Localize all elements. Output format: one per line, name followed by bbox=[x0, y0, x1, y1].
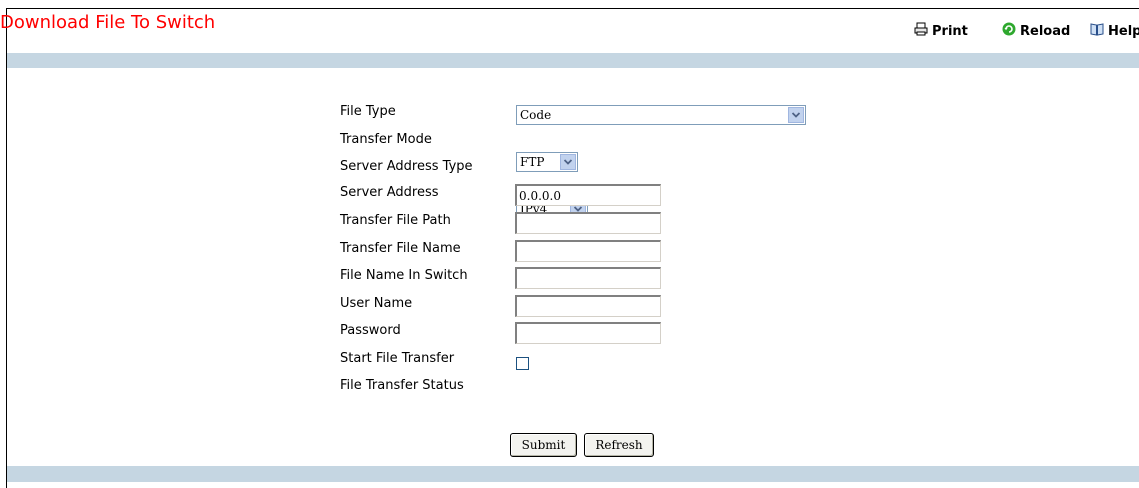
submit-button[interactable]: Submit bbox=[510, 433, 577, 457]
help-book-icon bbox=[1090, 22, 1104, 40]
transfer-file-path-label: Transfer File Path bbox=[340, 213, 451, 228]
file-type-select[interactable]: Code bbox=[516, 105, 806, 125]
reload-icon bbox=[1002, 22, 1016, 40]
user-name-input[interactable] bbox=[515, 295, 661, 317]
header-band bbox=[7, 53, 1139, 68]
transfer-file-path-input[interactable] bbox=[515, 212, 661, 234]
transfer-mode-value: FTP bbox=[520, 155, 545, 169]
server-address-input[interactable] bbox=[515, 184, 661, 206]
file-type-value: Code bbox=[520, 108, 552, 122]
page-title: Download File To Switch bbox=[0, 12, 216, 33]
server-address-type-label: Server Address Type bbox=[340, 159, 473, 174]
server-address-label: Server Address bbox=[340, 185, 439, 200]
user-name-label: User Name bbox=[340, 296, 413, 311]
start-file-transfer-checkbox[interactable] bbox=[516, 357, 529, 370]
file-type-label: File Type bbox=[340, 104, 396, 119]
transfer-mode-select[interactable]: FTP bbox=[516, 152, 578, 172]
password-label: Password bbox=[340, 323, 401, 338]
file-name-in-switch-label: File Name In Switch bbox=[340, 268, 468, 283]
file-name-in-switch-input[interactable] bbox=[515, 267, 661, 289]
printer-icon bbox=[914, 22, 928, 40]
reload-link[interactable]: Reload bbox=[1002, 22, 1070, 40]
file-transfer-status-label: File Transfer Status bbox=[340, 378, 464, 393]
reload-label: Reload bbox=[1020, 23, 1071, 39]
start-file-transfer-label: Start File Transfer bbox=[340, 351, 455, 366]
help-label: Help bbox=[1108, 23, 1139, 39]
transfer-mode-label: Transfer Mode bbox=[340, 132, 432, 147]
refresh-button[interactable]: Refresh bbox=[584, 433, 654, 457]
password-input[interactable] bbox=[515, 322, 661, 344]
chevron-down-icon bbox=[560, 154, 576, 170]
chevron-down-icon bbox=[788, 107, 804, 123]
print-link[interactable]: Print bbox=[914, 22, 968, 40]
transfer-file-name-input[interactable] bbox=[515, 240, 661, 262]
footer-band bbox=[7, 466, 1139, 482]
help-link[interactable]: Help bbox=[1090, 22, 1139, 40]
print-label: Print bbox=[932, 23, 968, 39]
transfer-file-name-label: Transfer File Name bbox=[340, 241, 461, 256]
